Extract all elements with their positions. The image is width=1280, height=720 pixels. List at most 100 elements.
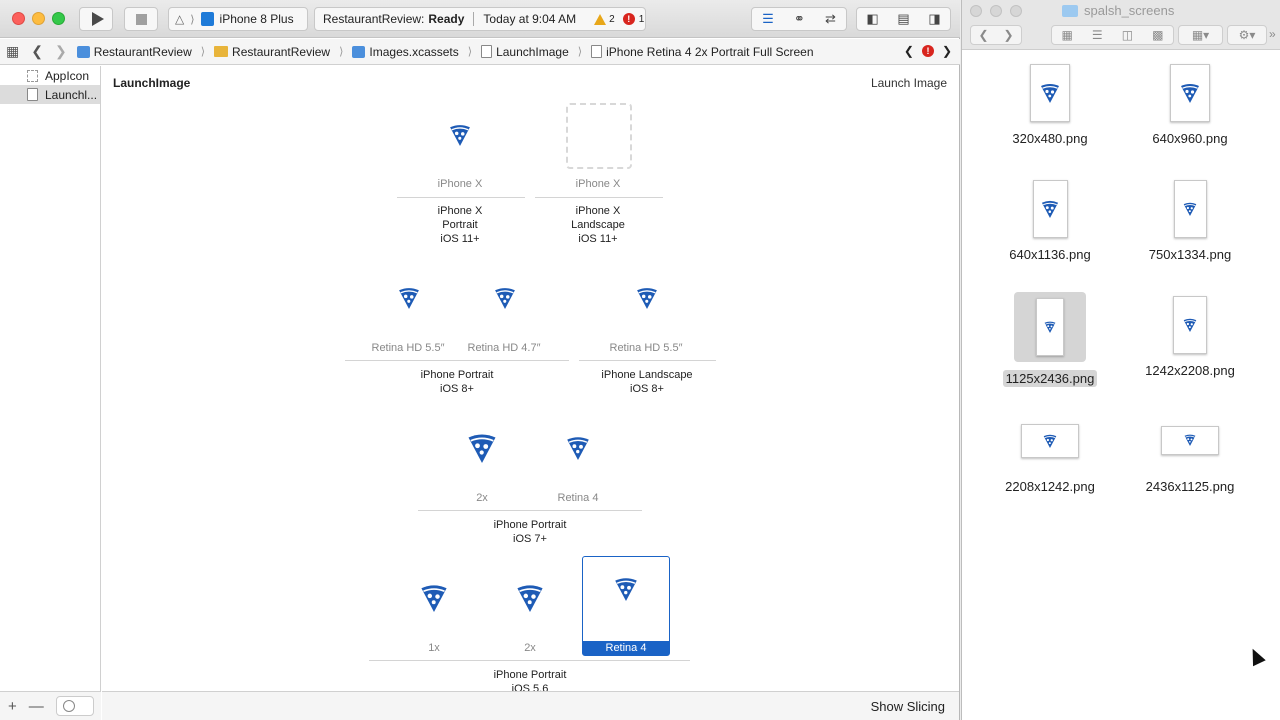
error-icon[interactable]: !: [622, 13, 635, 25]
assistant-editor-icon[interactable]: ⚭: [794, 11, 805, 27]
file-item[interactable]: 2208x1242.png: [995, 424, 1105, 495]
related-items-icon[interactable]: ▦: [6, 43, 19, 60]
add-asset-button[interactable]: +: [8, 698, 17, 715]
breadcrumb-launchimage[interactable]: LaunchImage: [496, 45, 569, 59]
image-thumbnail: [1021, 424, 1079, 458]
pizza-slice-icon: [1183, 202, 1197, 217]
view-mode-segment: ▦ ☰ ◫ ▩: [1051, 25, 1174, 45]
back-arrow-icon[interactable]: ❮: [31, 43, 43, 60]
file-item-selected[interactable]: 1125x2436.png: [995, 292, 1105, 387]
image-well-ios56-retina4-selected[interactable]: Retina 4: [582, 556, 670, 656]
file-item[interactable]: 640x1136.png: [995, 180, 1105, 263]
chevron-right-icon: ⟩: [467, 46, 473, 58]
file-item[interactable]: 750x1334.png: [1135, 180, 1245, 263]
pizza-slice-icon: [636, 287, 658, 310]
pizza-slice-icon: [398, 287, 420, 310]
outline-item-appicon[interactable]: AppIcon: [0, 66, 100, 85]
image-well-ios56-2x[interactable]: [497, 566, 563, 632]
finder-zoom-button[interactable]: [1010, 5, 1022, 17]
slot-label: Retina HD 4.7″: [467, 342, 541, 354]
debug-area-toggle-icon[interactable]: ▤: [897, 11, 909, 27]
file-item[interactable]: 2436x1125.png: [1135, 426, 1245, 495]
image-well-retina-hd-47-portrait[interactable]: [472, 266, 538, 332]
gallery-view-icon[interactable]: ▩: [1152, 28, 1163, 42]
group-by-button[interactable]: ▦▾: [1178, 25, 1223, 45]
asset-outline: AppIcon Launchl...: [0, 66, 101, 691]
list-view-icon[interactable]: ☰: [1092, 28, 1103, 42]
finder-minimize-button[interactable]: [990, 5, 1002, 17]
breadcrumb-group[interactable]: RestaurantReview: [232, 45, 330, 59]
group-divider: [397, 197, 525, 198]
image-well-ios7-2x[interactable]: [449, 416, 515, 482]
navigator-toggle-icon[interactable]: ◧: [866, 11, 878, 27]
pizza-slice-icon: [516, 584, 544, 613]
canvas-footer: Show Slicing: [102, 691, 959, 720]
warning-icon[interactable]: [594, 13, 607, 25]
device-icon: [200, 12, 214, 26]
run-button[interactable]: [79, 7, 113, 31]
group-title-line: Landscape: [571, 219, 625, 231]
pizza-slice-icon: [1040, 83, 1060, 104]
scheme-device-label: iPhone 8 Plus: [219, 12, 294, 26]
stop-button[interactable]: [124, 7, 158, 31]
issue-error-icon[interactable]: !: [921, 45, 934, 57]
asset-canvas: LaunchImage Launch Image iPhone X iPhone…: [102, 66, 959, 691]
file-name: 2208x1242.png: [1005, 479, 1095, 494]
forward-arrow-icon[interactable]: ❯: [55, 43, 67, 60]
stop-icon: [135, 13, 147, 25]
file-name: 640x1136.png: [1009, 247, 1091, 262]
group-title-iphonex-portrait: iPhone X Portrait iOS 11+: [410, 204, 510, 246]
remove-asset-button[interactable]: —: [29, 698, 44, 715]
icon-view-icon[interactable]: ▦: [1062, 28, 1073, 42]
next-issue-icon[interactable]: ❯: [942, 44, 952, 58]
pizza-slice-icon: [467, 433, 497, 465]
activity-viewer[interactable]: RestaurantReview: Ready Today at 9:04 AM…: [314, 7, 646, 31]
column-view-icon[interactable]: ◫: [1122, 28, 1133, 42]
group-title-line: iOS 7+: [513, 533, 547, 545]
pizza-slice-icon: [1180, 83, 1200, 104]
image-well-ios7-retina4[interactable]: [545, 416, 611, 482]
editor-mode-segment: ☰ ⚭ ⇄: [751, 7, 847, 31]
image-thumbnail: [1173, 296, 1207, 354]
show-slicing-button[interactable]: Show Slicing: [871, 699, 945, 714]
toolbar-overflow-icon[interactable]: »: [1269, 27, 1276, 41]
image-well-retina-hd-55-landscape[interactable]: [614, 266, 680, 332]
folder-icon: [214, 46, 229, 57]
group-title-line: iOS 8+: [630, 383, 664, 395]
outline-item-launchimage[interactable]: Launchl...: [0, 85, 100, 104]
breadcrumb-slot[interactable]: iPhone Retina 4 2x Portrait Full Screen: [606, 45, 813, 59]
image-thumbnail: [1030, 64, 1070, 122]
slot-label: Retina 4: [557, 492, 599, 504]
group-title-line: Portrait: [442, 219, 478, 231]
pizza-slice-icon: [494, 287, 516, 310]
version-editor-icon[interactable]: ⇄: [825, 11, 836, 27]
file-item[interactable]: 640x960.png: [1135, 64, 1245, 147]
back-arrow-icon[interactable]: ❮: [978, 28, 988, 42]
standard-editor-icon[interactable]: ☰: [762, 11, 774, 27]
finder-title-text: spalsh_screens: [1084, 3, 1175, 18]
image-well-ios56-1x[interactable]: [401, 566, 467, 632]
file-name: 640x960.png: [1152, 131, 1228, 146]
file-item[interactable]: 320x480.png: [995, 64, 1105, 147]
forward-arrow-icon[interactable]: ❯: [1003, 28, 1013, 42]
action-button[interactable]: ⚙▾: [1227, 25, 1267, 45]
image-thumbnail: [1036, 298, 1064, 356]
image-well-retina-hd-55-portrait[interactable]: [376, 266, 442, 332]
breadcrumb-assets[interactable]: Images.xcassets: [369, 45, 458, 59]
warning-count: 2: [609, 13, 615, 25]
close-window-button[interactable]: [12, 12, 25, 25]
inspector-toggle-icon[interactable]: ◨: [928, 11, 940, 27]
group-divider: [369, 660, 690, 661]
outline-item-label: AppIcon: [45, 68, 90, 83]
filter-button[interactable]: [55, 696, 94, 716]
breadcrumb-project[interactable]: RestaurantReview: [94, 45, 192, 59]
scheme-selector[interactable]: △ ⟩ iPhone 8 Plus: [168, 7, 308, 31]
image-well-iphonex-portrait[interactable]: [427, 103, 493, 169]
minimize-window-button[interactable]: [32, 12, 45, 25]
chevron-right-icon: ⟩: [577, 46, 583, 58]
empty-image-well-iphonex-landscape[interactable]: [566, 103, 632, 169]
zoom-window-button[interactable]: [52, 12, 65, 25]
previous-issue-icon[interactable]: ❮: [904, 44, 914, 58]
finder-close-button[interactable]: [970, 5, 982, 17]
file-item[interactable]: 1242x2208.png: [1135, 296, 1245, 379]
